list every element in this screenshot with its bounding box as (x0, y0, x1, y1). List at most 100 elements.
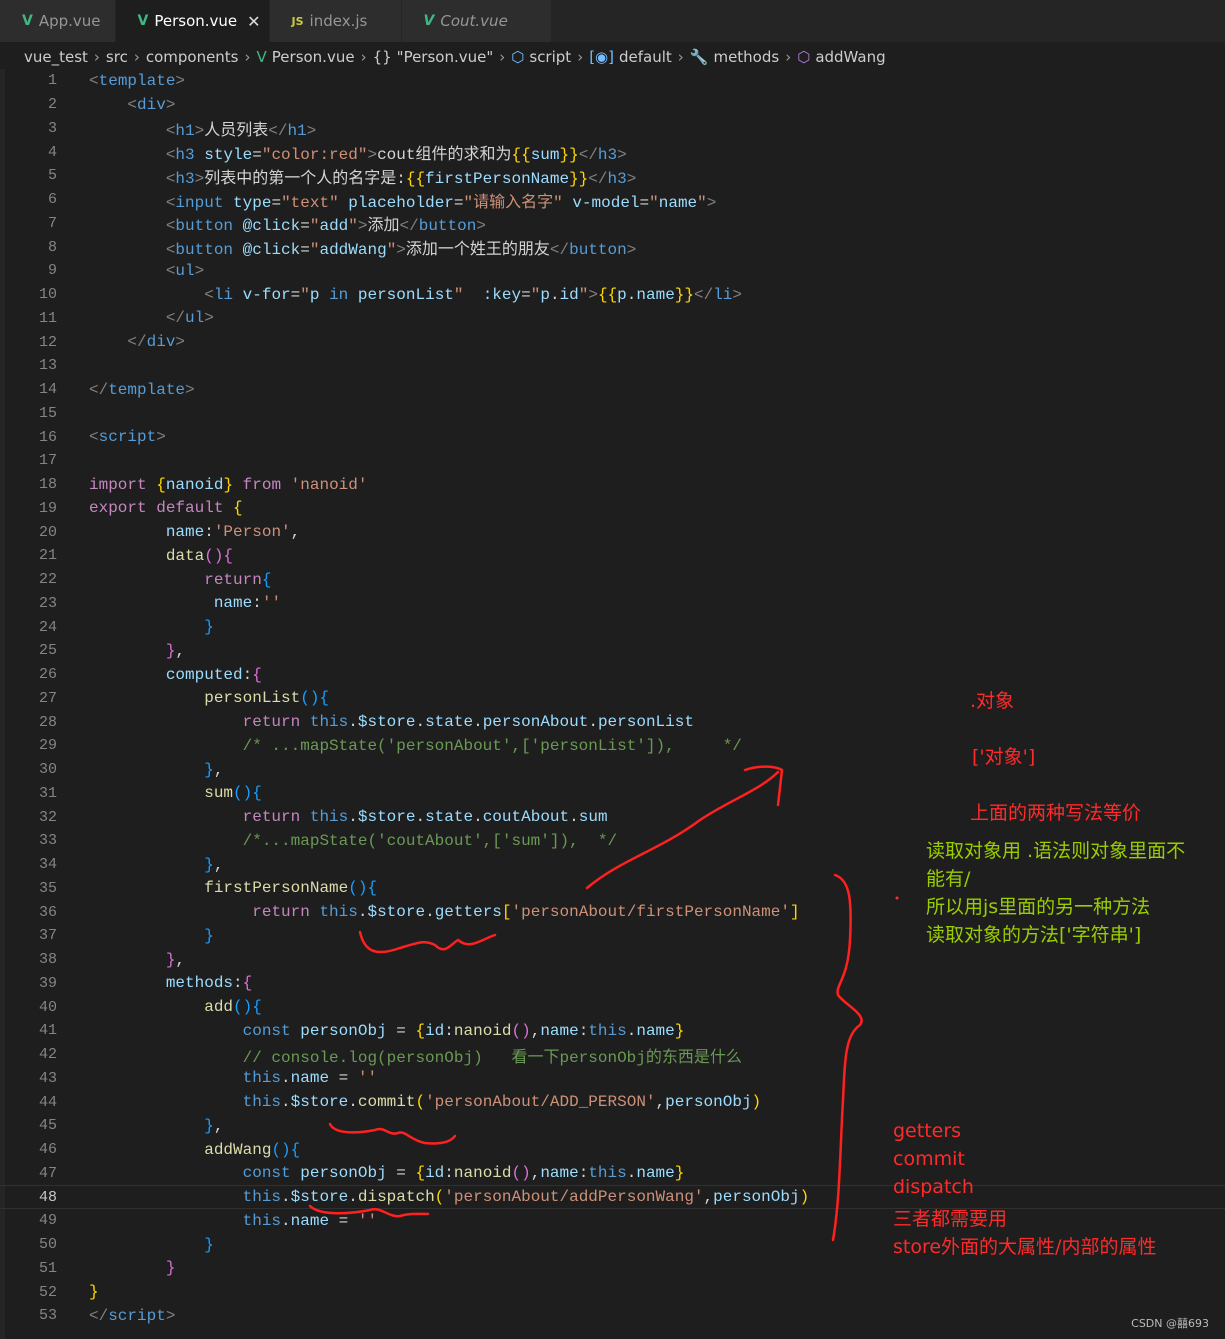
code-line[interactable]: 17 (0, 449, 1225, 473)
code-line[interactable]: 38 }, (0, 948, 1225, 972)
breadcrumb-label: "Person.vue" (396, 48, 494, 66)
code-line[interactable]: 41 const personObj = {id:nanoid(),name:t… (0, 1019, 1225, 1043)
tab-index-js[interactable]: JS index.js (269, 0, 402, 42)
code-line[interactable]: 46 addWang(){ (0, 1138, 1225, 1162)
breadcrumb-item[interactable]: ⬡ addWang (797, 48, 885, 66)
code-line[interactable]: 43 this.name = '' (0, 1067, 1225, 1091)
line-number: 47 (38, 1164, 57, 1182)
annotation-green-2: 能有/ (926, 868, 971, 890)
code-token: < (165, 217, 176, 236)
code-line[interactable]: 5 <h3>列表中的第一个人的名字是:{{firstPersonName}}</… (0, 164, 1225, 188)
code-line[interactable]: 18 import {nanoid} from 'nanoid' (0, 473, 1225, 497)
code-token: } (204, 1235, 214, 1254)
code-token: personObj (300, 1164, 387, 1183)
breadcrumb-label: src (105, 48, 128, 66)
code-line[interactable]: 6 <input type="text" placeholder="请输入名字"… (0, 188, 1225, 212)
code-text: <script> (89, 428, 166, 446)
breadcrumb-label: default (618, 48, 672, 66)
code-line[interactable]: 39 methods:{ (0, 972, 1225, 996)
breadcrumb-item[interactable]: components (146, 48, 239, 66)
code-token: /*...mapState('coutAbout',['sum']), */ (242, 831, 618, 850)
code-editor[interactable]: 1 <template> 2 <div> 3 <h1>人员列表</h1> 4 <h3 s… (0, 69, 1225, 1328)
code-line[interactable]: 40 add(){ (0, 995, 1225, 1019)
code-line[interactable]: 30 }, (0, 758, 1225, 782)
code-line[interactable]: 22 return{ (0, 568, 1225, 592)
breadcrumb-item[interactable]: [◉] default (589, 48, 672, 66)
code-line[interactable]: 51 } (0, 1257, 1225, 1281)
code-line[interactable]: 9 <ul> (0, 259, 1225, 283)
breadcrumb-item[interactable]: src (106, 48, 128, 66)
code-line[interactable]: 23 name:'' (0, 592, 1225, 616)
line-number: 48 (38, 1188, 57, 1206)
code-line[interactable]: 4 <h3 style="color:red">cout组件的求和为{{sum}… (0, 140, 1225, 165)
code-line[interactable]: 26 computed:{ (0, 663, 1225, 687)
line-number: 25 (38, 642, 57, 660)
code-text: <h3 style="color:red">cout组件的求和为{{sum}}<… (89, 140, 627, 164)
breadcrumb-item[interactable]: {} "Person.vue" (373, 48, 494, 66)
code-line[interactable]: 21 data(){ (0, 544, 1225, 568)
code-line[interactable]: 20 name:'Person', (0, 520, 1225, 544)
tab-label: App.vue (38, 12, 101, 30)
code-token: . (473, 713, 483, 732)
line-number: 41 (38, 1022, 57, 1040)
breadcrumb-item[interactable]: V Person.vue (257, 48, 355, 66)
line-number: 17 (38, 452, 57, 470)
tab-app-vue[interactable]: V App.vue (0, 0, 116, 42)
code-line[interactable]: 7 <button @click="add">添加</button> (0, 212, 1225, 236)
code-line[interactable]: 45 }, (0, 1114, 1225, 1138)
code-line[interactable]: 16 <script> (0, 425, 1225, 449)
breadcrumb-item[interactable]: 🔧 methods (690, 48, 779, 66)
breadcrumb-item[interactable]: vue_test (24, 48, 88, 66)
code-token: } (204, 760, 214, 779)
code-line[interactable]: 14 </template> (0, 378, 1225, 402)
code-line[interactable]: 2 <div> (0, 93, 1225, 117)
code-line[interactable]: 1 <template> (0, 69, 1225, 93)
code-token: () (233, 784, 253, 803)
code-line[interactable]: 11 </ul> (0, 307, 1225, 331)
code-line[interactable]: 47 const personObj = {id:nanoid(),name:t… (0, 1162, 1225, 1186)
code-line[interactable]: 10 <li v-for="p in personList" :key="p.i… (0, 283, 1225, 307)
code-token: 'Person' (213, 523, 291, 542)
code-line[interactable]: 19 export default { (0, 497, 1225, 521)
breadcrumb-label: Person.vue (271, 48, 355, 66)
code-line[interactable]: 13 (0, 354, 1225, 378)
breadcrumb-item[interactable]: ⬡ script (511, 48, 571, 66)
code-line[interactable]: 29 /* ...mapState('personAbout',['person… (0, 734, 1225, 758)
code-line[interactable]: 52} (0, 1280, 1225, 1304)
code-line[interactable]: 25 }, (0, 639, 1225, 663)
code-line[interactable]: 49 this.name = '' (0, 1209, 1225, 1233)
code-token: = (329, 1211, 358, 1230)
code-line[interactable]: 28 return this.$store.state.personAbout.… (0, 710, 1225, 734)
code-line[interactable]: 8 <button @click="addWang">添加一个姓王的朋友</bu… (0, 235, 1225, 260)
code-token: ) (751, 1093, 762, 1112)
code-line[interactable]: 15 (0, 402, 1225, 426)
variable-icon: [◉] (589, 48, 614, 66)
cube-icon: ⬡ (511, 48, 525, 66)
code-line[interactable]: 44 this.$store.commit('personAbout/ADD_P… (0, 1090, 1225, 1114)
code-token: < (165, 193, 176, 212)
line-number: 53 (38, 1307, 57, 1325)
breadcrumb: vue_test › src › components › V Person.vue › {} "P… (0, 44, 1225, 70)
code-text: <h1>人员列表</h1> (89, 116, 316, 140)
code-token: () (300, 689, 320, 708)
code-line[interactable]: 48 this.$store.dispatch('personAbout/add… (0, 1185, 1225, 1209)
code-line[interactable]: 27 personList(){ (0, 687, 1225, 711)
code-token: " (530, 285, 541, 304)
code-line[interactable]: 42 // console.log(personObj) 看一下personOb… (0, 1043, 1225, 1067)
code-token: </ (694, 285, 714, 304)
tab-cout-vue[interactable]: V Cout.vue (401, 0, 552, 42)
close-icon[interactable]: ✕ (247, 12, 260, 31)
tab-person-vue[interactable]: V Person.vue ✕ (115, 0, 270, 42)
code-line[interactable]: 3 <h1>人员列表</h1> (0, 117, 1225, 141)
code-text: </template> (89, 381, 195, 399)
code-line[interactable]: 12 </div> (0, 330, 1225, 354)
code-line[interactable]: 53 </script> (0, 1304, 1225, 1328)
code-line[interactable]: 24 } (0, 615, 1225, 639)
line-number: 16 (38, 428, 57, 446)
